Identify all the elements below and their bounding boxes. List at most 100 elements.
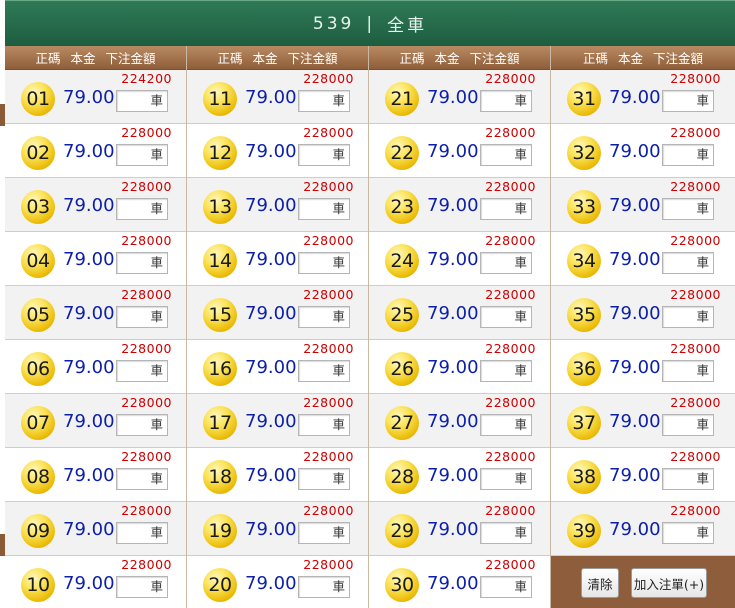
number-row: 228000 28 79.00 車 xyxy=(369,448,550,502)
number-ball[interactable]: 07 xyxy=(21,406,55,440)
number-ball[interactable]: 10 xyxy=(21,568,55,602)
number-ball[interactable]: 04 xyxy=(21,244,55,278)
number-ball[interactable]: 27 xyxy=(385,406,419,440)
bet-amount-input[interactable]: 車 xyxy=(116,414,168,436)
number-ball[interactable]: 32 xyxy=(567,136,601,170)
payout-rate: 79.00 xyxy=(63,573,115,594)
bet-amount-input[interactable]: 車 xyxy=(480,90,532,112)
bet-amount-input[interactable]: 車 xyxy=(116,522,168,544)
number-ball[interactable]: 36 xyxy=(567,352,601,386)
bet-limit-amount: 228000 xyxy=(303,557,354,572)
number-ball[interactable]: 33 xyxy=(567,190,601,224)
number-ball[interactable]: 02 xyxy=(21,136,55,170)
number-row: 228000 08 79.00 車 xyxy=(5,448,186,502)
bet-limit-amount: 228000 xyxy=(670,449,721,464)
number-ball[interactable]: 15 xyxy=(203,298,237,332)
number-ball[interactable]: 31 xyxy=(567,82,601,116)
bet-amount-input[interactable]: 車 xyxy=(480,306,532,328)
payout-rate: 79.00 xyxy=(63,519,115,540)
bet-amount-input[interactable]: 車 xyxy=(116,468,168,490)
bet-amount-input[interactable]: 車 xyxy=(298,90,350,112)
bet-amount-input[interactable]: 車 xyxy=(298,468,350,490)
number-ball[interactable]: 14 xyxy=(203,244,237,278)
number-ball[interactable]: 34 xyxy=(567,244,601,278)
bet-amount-input[interactable]: 車 xyxy=(116,360,168,382)
number-row: 228000 30 79.00 車 xyxy=(369,556,550,608)
add-to-slip-button[interactable]: 加入注單(+) xyxy=(631,568,707,598)
number-ball[interactable]: 05 xyxy=(21,298,55,332)
number-ball[interactable]: 17 xyxy=(203,406,237,440)
bet-amount-input[interactable]: 車 xyxy=(116,198,168,220)
bet-amount-input[interactable]: 車 xyxy=(662,90,714,112)
number-ball[interactable]: 09 xyxy=(21,514,55,548)
number-ball[interactable]: 29 xyxy=(385,514,419,548)
number-ball[interactable]: 21 xyxy=(385,82,419,116)
bet-amount-input[interactable]: 車 xyxy=(298,360,350,382)
number-ball[interactable]: 11 xyxy=(203,82,237,116)
number-ball[interactable]: 39 xyxy=(567,514,601,548)
bet-amount-input[interactable]: 車 xyxy=(116,90,168,112)
number-ball[interactable]: 08 xyxy=(21,460,55,494)
bet-amount-input[interactable]: 車 xyxy=(116,306,168,328)
number-ball[interactable]: 30 xyxy=(385,568,419,602)
number-ball[interactable]: 12 xyxy=(203,136,237,170)
bet-amount-input[interactable]: 車 xyxy=(662,360,714,382)
bet-amount-input[interactable]: 車 xyxy=(480,576,532,598)
bet-amount-input[interactable]: 車 xyxy=(662,414,714,436)
bet-amount-input[interactable]: 車 xyxy=(298,414,350,436)
number-row: 228000 26 79.00 車 xyxy=(369,340,550,394)
bet-amount-input[interactable]: 車 xyxy=(298,306,350,328)
number-ball[interactable]: 18 xyxy=(203,460,237,494)
bet-amount-input[interactable]: 車 xyxy=(480,414,532,436)
number-ball[interactable]: 19 xyxy=(203,514,237,548)
number-ball[interactable]: 06 xyxy=(21,352,55,386)
bet-amount-input[interactable]: 車 xyxy=(480,198,532,220)
bet-amount-input[interactable]: 車 xyxy=(298,144,350,166)
column-header: 正碼 本金 下注金額 xyxy=(551,46,735,70)
bet-amount-input[interactable]: 車 xyxy=(662,144,714,166)
number-ball[interactable]: 24 xyxy=(385,244,419,278)
number-column: 正碼 本金 下注金額 228000 21 79.00 車 228000 22 79.00 車 2280… xyxy=(369,46,551,608)
number-ball[interactable]: 16 xyxy=(203,352,237,386)
bet-amount-input[interactable]: 車 xyxy=(480,252,532,274)
bet-amount-input[interactable]: 車 xyxy=(298,252,350,274)
column-header-bet-amount: 下注金額 xyxy=(653,51,704,66)
bet-amount-input[interactable]: 車 xyxy=(662,522,714,544)
number-ball[interactable]: 22 xyxy=(385,136,419,170)
number-ball[interactable]: 25 xyxy=(385,298,419,332)
bet-amount-input[interactable]: 車 xyxy=(662,468,714,490)
number-row: 228000 34 79.00 車 xyxy=(551,232,735,286)
bet-limit-amount: 228000 xyxy=(303,179,354,194)
bet-amount-input[interactable]: 車 xyxy=(480,468,532,490)
number-ball[interactable]: 26 xyxy=(385,352,419,386)
number-ball[interactable]: 23 xyxy=(385,190,419,224)
number-ball[interactable]: 28 xyxy=(385,460,419,494)
payout-rate: 79.00 xyxy=(63,249,115,270)
number-ball[interactable]: 35 xyxy=(567,298,601,332)
number-ball[interactable]: 13 xyxy=(203,190,237,224)
number-ball[interactable]: 03 xyxy=(21,190,55,224)
number-ball[interactable]: 37 xyxy=(567,406,601,440)
bet-amount-input[interactable]: 車 xyxy=(116,576,168,598)
number-ball[interactable]: 38 xyxy=(567,460,601,494)
bet-amount-input[interactable]: 車 xyxy=(662,252,714,274)
clear-button[interactable]: 清除 xyxy=(581,568,619,598)
bet-amount-input[interactable]: 車 xyxy=(662,198,714,220)
bet-limit-amount: 228000 xyxy=(303,125,354,140)
number-ball[interactable]: 20 xyxy=(203,568,237,602)
bet-amount-input[interactable]: 車 xyxy=(116,144,168,166)
bet-amount-input[interactable]: 車 xyxy=(116,252,168,274)
bet-amount-input[interactable]: 車 xyxy=(662,306,714,328)
payout-rate: 79.00 xyxy=(609,87,661,108)
column-header-principal: 本金 xyxy=(70,51,96,66)
bet-limit-amount: 228000 xyxy=(303,503,354,518)
number-ball[interactable]: 01 xyxy=(21,82,55,116)
bet-amount-input[interactable]: 車 xyxy=(298,198,350,220)
bet-amount-input[interactable]: 車 xyxy=(480,144,532,166)
bet-amount-input[interactable]: 車 xyxy=(480,522,532,544)
number-row: 228000 31 79.00 車 xyxy=(551,70,735,124)
bet-limit-amount: 228000 xyxy=(485,395,536,410)
bet-amount-input[interactable]: 車 xyxy=(480,360,532,382)
bet-amount-input[interactable]: 車 xyxy=(298,522,350,544)
bet-amount-input[interactable]: 車 xyxy=(298,576,350,598)
